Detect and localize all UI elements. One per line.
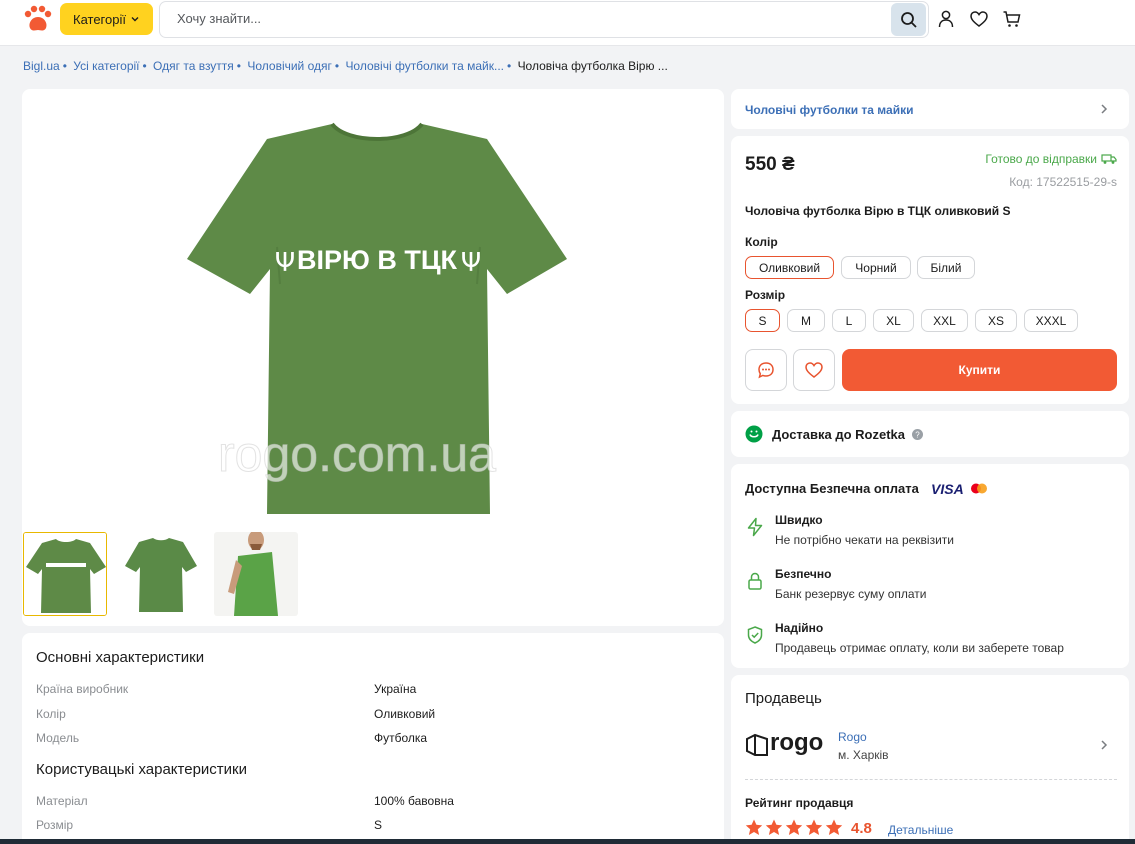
characteristics-section: Основні характеристики Країна виробник У…: [22, 633, 724, 844]
star-icon: [825, 819, 843, 835]
size-label: Розмір: [745, 288, 786, 302]
chevron-right-icon: [1101, 104, 1108, 114]
svg-text:?: ?: [915, 431, 920, 440]
delivery-info: Доставка до Rozetka ?: [731, 411, 1129, 457]
size-option-xl[interactable]: XL: [873, 309, 914, 332]
star-icon: [785, 819, 803, 835]
seller-city: м. Харків: [838, 748, 889, 762]
seller-section: Продавець rogo Rogo м. Харків Рейтинг пр…: [731, 675, 1129, 844]
chat-icon: [758, 362, 774, 379]
search-box: [159, 1, 929, 38]
main-specs-title: Основні характеристики: [36, 649, 205, 666]
watermark-text: rogo.com.ua: [218, 426, 496, 482]
star-icon: [745, 819, 763, 835]
lock-icon: [748, 572, 762, 590]
breadcrumb-link-mens-tshirts[interactable]: Чоловічі футболки та майк...: [345, 59, 504, 73]
color-option-black[interactable]: Чорний: [841, 256, 911, 279]
product-gallery: ВІРЮ В ТЦК Ψ Ψ rogo.com.ua: [22, 89, 724, 626]
product-code: Код: 17522515-29-s: [1009, 175, 1117, 189]
top-header: Категорії: [0, 0, 1135, 46]
color-option-olive[interactable]: Оливковий: [745, 256, 834, 279]
rozetka-smile-icon: [745, 425, 763, 443]
size-option-s[interactable]: S: [745, 309, 780, 332]
size-option-xxl[interactable]: XXL: [921, 309, 968, 332]
gallery-thumb-3[interactable]: [214, 532, 298, 616]
breadcrumb-current: Чоловіча футболка Вірю ...: [517, 59, 668, 73]
taskbar-strip: [0, 839, 1135, 844]
color-option-white[interactable]: Білий: [917, 256, 975, 279]
chat-button[interactable]: [745, 349, 787, 391]
chevron-right-icon[interactable]: [1099, 739, 1109, 751]
size-option-xs[interactable]: XS: [975, 309, 1017, 332]
divider: [745, 779, 1117, 780]
product-main-image[interactable]: ВІРЮ В ТЦК Ψ Ψ rogo.com.ua: [172, 109, 582, 529]
secure-payment-section: Доступна Безпечна оплата VISA Швидко Не …: [731, 464, 1129, 668]
trident-left-icon: Ψ: [275, 248, 295, 278]
trident-right-icon: Ψ: [461, 248, 481, 278]
favorite-button[interactable]: [793, 349, 835, 391]
categories-button[interactable]: Категорії: [60, 3, 153, 35]
purchase-box: 550 ₴ Готово до відправки Код: 17522515-…: [731, 136, 1129, 404]
secure-payment-title: Доступна Безпечна оплата: [745, 481, 919, 496]
rating-stars: [745, 819, 843, 836]
shirt-print-text: ВІРЮ В ТЦК: [297, 245, 458, 275]
breadcrumb-link-clothing[interactable]: Одяг та взуття: [153, 59, 234, 73]
star-icon: [765, 819, 783, 835]
breadcrumb-link-mens-clothing[interactable]: Чоловічий одяг: [247, 59, 332, 73]
buy-button[interactable]: Купити: [842, 349, 1117, 391]
user-specs-title: Користувацькі характеристики: [36, 761, 247, 778]
shield-check-icon: [747, 626, 763, 644]
breadcrumb: Bigl.ua • Усі категорії • Одяг та взуття • …: [23, 59, 668, 73]
star-icon: [805, 819, 823, 835]
heart-icon: [805, 362, 823, 378]
rating-details-link[interactable]: Детальніше: [888, 823, 953, 837]
search-icon: [900, 11, 917, 28]
gallery-thumb-1[interactable]: [23, 532, 107, 616]
size-option-l[interactable]: L: [832, 309, 866, 332]
delivery-label: Доставка до Rozetka: [772, 427, 906, 442]
category-link-label: Чоловічі футболки та майки: [745, 103, 914, 117]
heart-icon[interactable]: [969, 9, 989, 29]
chevron-down-icon: [131, 17, 139, 22]
category-link[interactable]: Чоловічі футболки та майки: [731, 89, 1129, 129]
visa-logo: VISA: [931, 481, 964, 497]
breadcrumb-link-home[interactable]: Bigl.ua: [23, 59, 60, 73]
size-option-xxxl[interactable]: XXXL: [1024, 309, 1078, 332]
user-icon[interactable]: [936, 9, 956, 29]
search-input[interactable]: [177, 11, 877, 26]
seller-title: Продавець: [745, 690, 822, 707]
breadcrumb-link-all-categories[interactable]: Усі категорії: [73, 59, 139, 73]
search-button[interactable]: [891, 3, 926, 36]
truck-icon: [1101, 154, 1117, 164]
lightning-icon: [747, 517, 763, 537]
seller-logo-mark-icon: [746, 733, 768, 756]
product-title: Чоловіча футболка Вірю в ТЦК оливковий S: [745, 204, 1011, 218]
seller-logo-text: rogo: [770, 729, 824, 756]
mastercard-icon: [971, 483, 987, 494]
seller-rating-value: 4.8: [851, 820, 872, 837]
price: 550 ₴: [745, 154, 795, 175]
seller-logo[interactable]: rogo: [745, 729, 831, 759]
cart-icon[interactable]: [1002, 9, 1022, 29]
color-label: Колір: [745, 235, 778, 249]
bigl-logo-icon[interactable]: [22, 4, 54, 34]
seller-rating-title: Рейтинг продавця: [745, 796, 854, 810]
availability-status: Готово до відправки: [985, 152, 1117, 166]
categories-label: Категорії: [73, 11, 126, 27]
seller-name[interactable]: Rogo: [838, 730, 867, 744]
gallery-thumb-2[interactable]: [119, 532, 203, 616]
size-option-m[interactable]: M: [787, 309, 825, 332]
help-icon[interactable]: ?: [912, 429, 923, 440]
